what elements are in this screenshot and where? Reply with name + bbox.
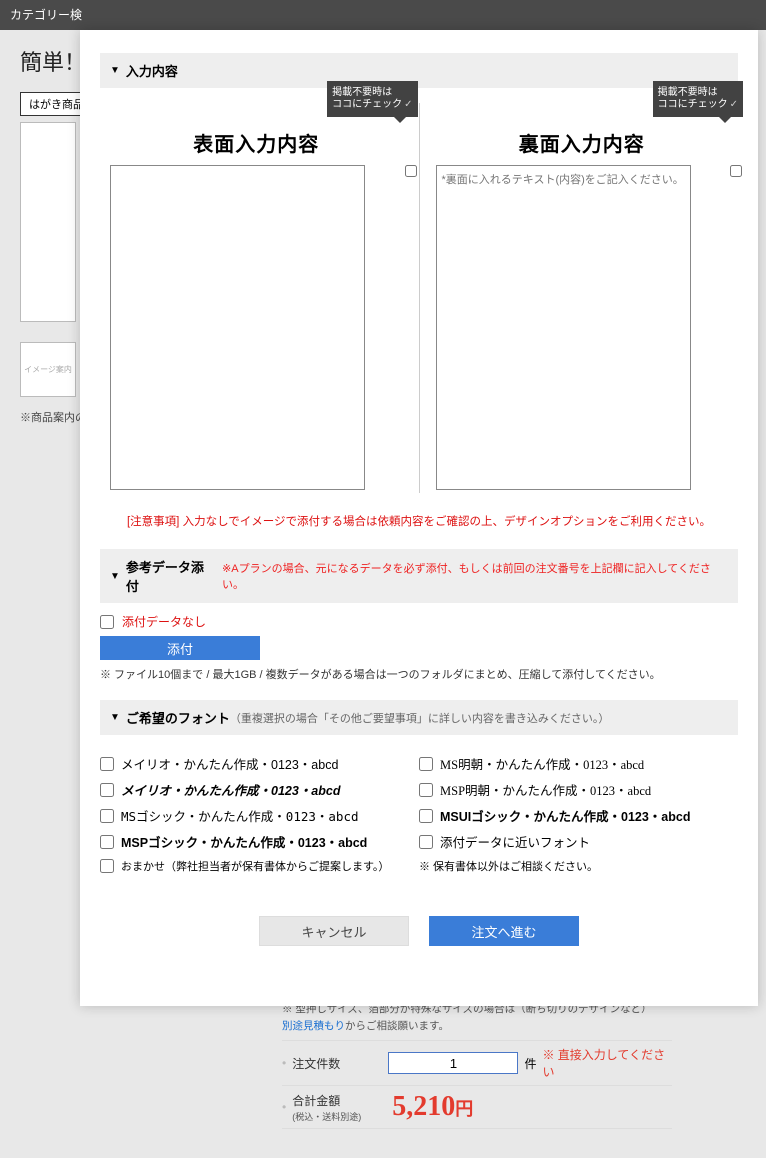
category-header: カテゴリー検	[0, 0, 766, 30]
cancel-button[interactable]: キャンセル	[259, 916, 409, 946]
font-meiryo-bold-checkbox[interactable]	[100, 783, 114, 797]
font-mspgothic-checkbox[interactable]	[100, 835, 114, 849]
font-meiryo-bold-label: メイリオ・かんたん作成・0123・abcd	[121, 780, 340, 799]
total-label: 合計金額	[292, 1094, 340, 1108]
font-hint: ※ 保有書体以外はご相談ください。	[419, 858, 738, 874]
foil-note3: からご相談願います。	[345, 1020, 449, 1032]
font-near-attach-checkbox[interactable]	[419, 835, 433, 849]
back-skip-badge: 掲載不要時はココにチェック✓	[653, 81, 743, 117]
product-image-box	[20, 122, 76, 322]
back-textarea[interactable]	[436, 165, 691, 490]
attach-note: ※ ファイル10個まで / 最大1GB / 複数データがある場合は一つのフォルダ…	[100, 666, 738, 682]
front-skip-badge: 掲載不要時はココにチェック✓	[327, 81, 417, 117]
tax-note: (税込・送料別途)	[292, 1112, 361, 1122]
font-msuigothic-checkbox[interactable]	[419, 809, 433, 823]
no-attach-checkbox[interactable]	[100, 615, 114, 629]
proceed-button[interactable]: 注文へ進む	[429, 916, 579, 946]
total-price: 5,210円	[392, 1091, 473, 1123]
triangle-down-icon: ▼	[110, 712, 120, 723]
check-icon: ✓	[730, 99, 738, 110]
font-omakase-checkbox[interactable]	[100, 859, 114, 873]
quote-link[interactable]: 別途見積もり	[282, 1020, 345, 1032]
no-attach-label: 添付データなし	[122, 613, 206, 630]
front-skip-checkbox[interactable]	[405, 165, 417, 177]
input-dialog: ▼ 入力内容 掲載不要時はココにチェック✓ 表面入力内容 掲載不要時はココにチェ…	[80, 30, 758, 1006]
font-msgothic-label: MSゴシック・かんたん作成・0123・abcd	[121, 806, 359, 825]
triangle-down-icon: ▼	[110, 65, 120, 76]
font-msgothic-checkbox[interactable]	[100, 809, 114, 823]
font-mspgothic-label: MSPゴシック・かんたん作成・0123・abcd	[121, 832, 367, 851]
section-fonts: ▼ ご希望のフォント （重複選択の場合「その他ご要望事項」に詳しい内容を書き込み…	[100, 700, 738, 735]
font-mspmincho-label: MSP明朝・かんたん作成・0123・abcd	[440, 780, 651, 799]
attach-button[interactable]: 添付	[100, 636, 260, 660]
front-title: 表面入力内容	[110, 128, 403, 157]
product-thumb: イメージ案内	[20, 342, 76, 397]
qty-input[interactable]	[388, 1052, 518, 1074]
font-msmincho-checkbox[interactable]	[419, 757, 433, 771]
front-textarea[interactable]	[110, 165, 365, 490]
section-attach: ▼ 参考データ添付 ※Aプランの場合、元になるデータを必ず添付、もしくは前回の注…	[100, 549, 738, 603]
font-msmincho-label: MS明朝・かんたん作成・0123・abcd	[440, 754, 644, 773]
font-mspmincho-checkbox[interactable]	[419, 783, 433, 797]
qty-required: ※ 直接入力してください	[542, 1046, 672, 1080]
back-skip-checkbox[interactable]	[730, 165, 742, 177]
font-meiryo-label: メイリオ・かんたん作成・0123・abcd	[121, 754, 338, 773]
input-warning: [注意事項] 入力なしでイメージで添付する場合は依頼内容をご確認の上、デザインオ…	[100, 513, 738, 529]
font-omakase-label: おまかせ（弊社担当者が保有書体からご提案します。）	[121, 858, 389, 874]
qty-label: 注文件数	[292, 1055, 388, 1072]
triangle-down-icon: ▼	[110, 571, 120, 582]
check-icon: ✓	[404, 99, 412, 110]
font-meiryo-checkbox[interactable]	[100, 757, 114, 771]
qty-unit: 件	[524, 1055, 536, 1072]
back-title: 裏面入力内容	[436, 128, 729, 157]
font-near-attach-label: 添付データに近いフォント	[440, 832, 590, 851]
section-input-content: ▼ 入力内容	[100, 53, 738, 88]
font-msuigothic-label: MSUIゴシック・かんたん作成・0123・abcd	[440, 806, 690, 825]
